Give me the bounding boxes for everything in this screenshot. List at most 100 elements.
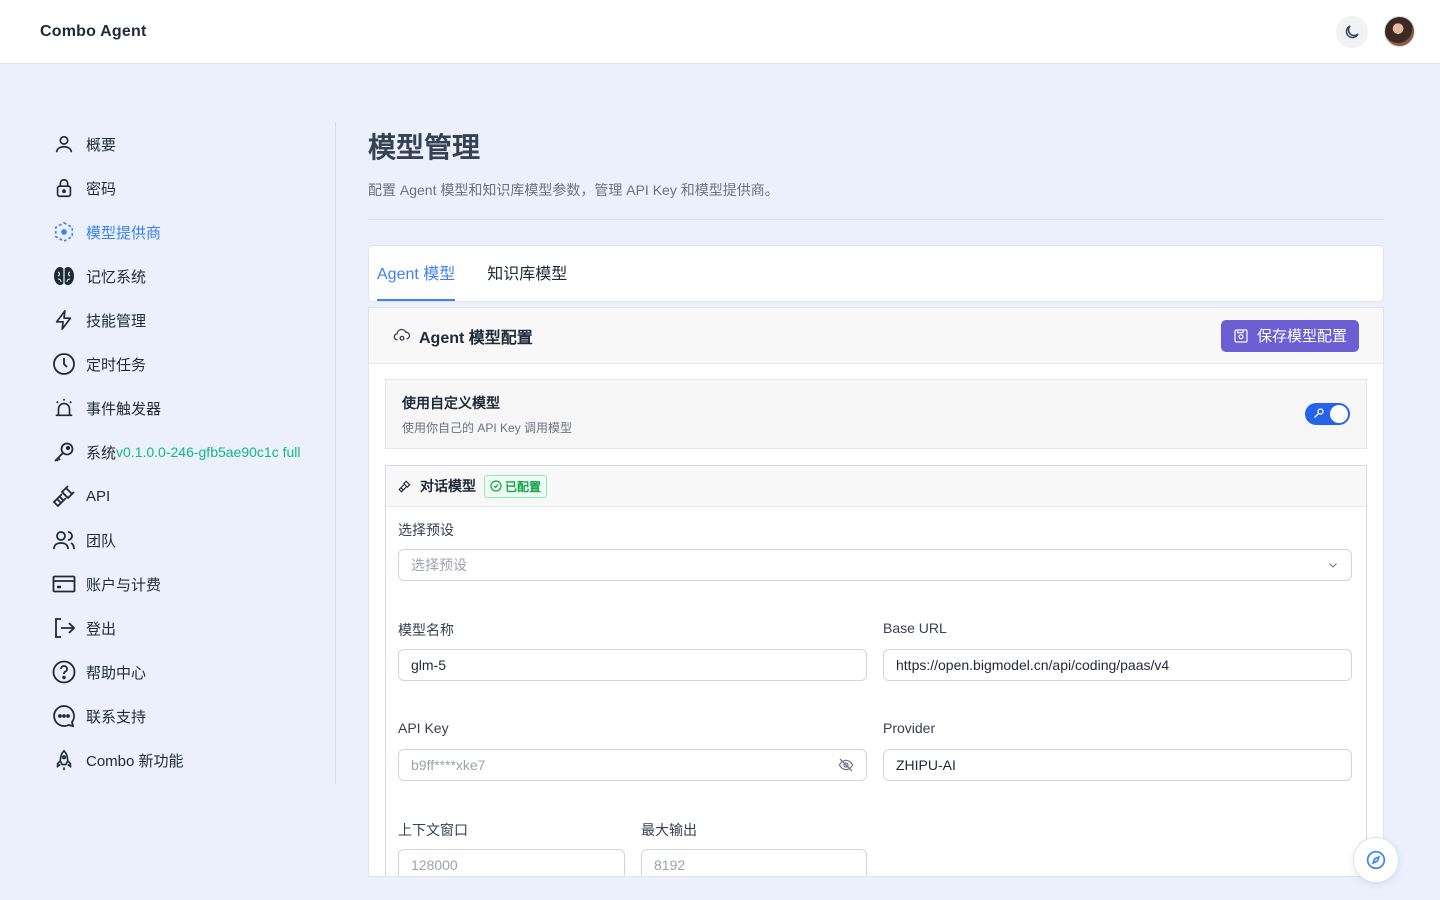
sidebar-item-label: 定时任务 [86, 356, 147, 374]
logout-icon [52, 616, 76, 640]
sidebar-item-label: 联系支持 [86, 708, 147, 726]
sidebar-item-scheduled-tasks[interactable]: 定时任务 [40, 342, 335, 386]
brain-icon [52, 264, 76, 288]
compass-icon [1366, 850, 1386, 870]
lightning-icon [52, 308, 76, 332]
sidebar-item-team[interactable]: 团队 [40, 518, 335, 562]
agent-model-config-card: Agent 模型配置 保存模型配置 使用自定义模型 使用你自己的 API Key… [368, 307, 1384, 877]
api-key-input[interactable]: b9ff****xke7 [398, 749, 867, 781]
main-content: 模型管理 配置 Agent 模型和知识库模型参数，管理 API Key 和模型提… [368, 122, 1384, 877]
user-avatar[interactable] [1384, 16, 1415, 47]
sidebar-item-label: 团队 [86, 532, 117, 550]
sidebar-item-label: 系统 [86, 444, 117, 462]
sidebar-item-billing[interactable]: 账户与计费 [40, 562, 335, 606]
context-window-placeholder: 128000 [411, 857, 458, 873]
rocket-icon [52, 748, 76, 772]
chat-model-section: 对话模型 已配置 选择预设 选择预设 模型名称 glm-5 Base URL h… [385, 465, 1367, 876]
sidebar-item-label: 概要 [86, 136, 117, 154]
check-circle-icon [490, 480, 502, 492]
top-header: Combo Agent [0, 0, 1440, 64]
alarm-icon [52, 396, 76, 420]
floating-compass-button[interactable] [1353, 837, 1399, 883]
max-output-placeholder: 8192 [654, 857, 686, 873]
custom-model-toggle[interactable] [1305, 403, 1350, 425]
api-key-label: API Key [398, 720, 449, 736]
save-icon [1234, 328, 1248, 343]
eye-off-icon[interactable] [838, 757, 854, 773]
provider-value: ZHIPU-AI [896, 757, 956, 773]
sidebar-item-label: 模型提供商 [86, 224, 162, 242]
sidebar-item-label: 技能管理 [86, 312, 147, 330]
sidebar-item-memory[interactable]: 记忆系统 [40, 254, 335, 298]
chevron-down-icon [1329, 563, 1337, 568]
base-url-input[interactable]: https://open.bigmodel.cn/api/coding/paas… [883, 649, 1352, 681]
theme-toggle-button[interactable] [1336, 15, 1368, 48]
key-icon [52, 440, 76, 464]
preset-label: 选择预设 [398, 522, 454, 538]
custom-model-subtitle: 使用你自己的 API Key 调用模型 [402, 420, 573, 435]
base-url-label: Base URL [883, 620, 947, 636]
provider-input[interactable]: ZHIPU-AI [883, 749, 1352, 781]
chat-model-title: 对话模型 [420, 478, 476, 494]
sidebar-item-overview[interactable]: 概要 [40, 122, 335, 166]
page-title: 模型管理 [368, 132, 481, 163]
title-divider [368, 219, 1384, 220]
sidebar-item-label: 事件触发器 [86, 400, 162, 418]
sidebar-item-event-triggers[interactable]: 事件触发器 [40, 386, 335, 430]
sidebar-item-password[interactable]: 密码 [40, 166, 335, 210]
help-icon [52, 660, 76, 684]
sidebar-item-whats-new[interactable]: Combo 新功能 [40, 738, 335, 782]
preset-select[interactable]: 选择预设 [398, 549, 1352, 581]
model-name-label: 模型名称 [398, 622, 454, 638]
chat-model-header: 对话模型 已配置 [386, 466, 1366, 507]
sidebar-item-label: 密码 [86, 180, 117, 198]
page-description: 配置 Agent 模型和知识库模型参数，管理 API Key 和模型提供商。 [368, 182, 779, 198]
sidebar-item-system[interactable]: 系统 v0.1.0.0-246-gfb5ae90c1c full [40, 430, 335, 474]
sidebar-item-skills[interactable]: 技能管理 [40, 298, 335, 342]
configured-badge-text: 已配置 [505, 479, 542, 494]
settings-sidebar: 概要 密码 模型提供商 记忆系统 技能管理 定时任务 事件触发器 系统 v0.1.… [40, 122, 336, 784]
header-actions [1336, 15, 1415, 48]
sidebar-item-label: 帮助中心 [86, 664, 147, 682]
config-title-text: Agent 模型配置 [419, 329, 533, 347]
plug-icon [398, 480, 411, 493]
sidebar-item-model-provider[interactable]: 模型提供商 [40, 210, 335, 254]
context-window-label: 上下文窗口 [398, 822, 468, 838]
tab-knowledge-model[interactable]: 知识库模型 [487, 260, 567, 301]
toggle-knob [1330, 405, 1348, 423]
base-url-value: https://open.bigmodel.cn/api/coding/paas… [896, 657, 1170, 673]
sidebar-item-label: Combo 新功能 [86, 752, 184, 770]
user-icon [52, 132, 76, 156]
cloud-cog-icon [393, 328, 411, 341]
provider-label: Provider [883, 720, 936, 736]
context-window-input[interactable]: 128000 [398, 849, 625, 876]
model-tabs: Agent 模型 知识库模型 [368, 245, 1384, 302]
team-icon [52, 528, 76, 552]
save-config-label: 保存模型配置 [1256, 328, 1347, 345]
chat-icon [52, 704, 76, 728]
app-title[interactable]: Combo Agent [40, 23, 146, 41]
model-provider-icon [52, 220, 76, 244]
sidebar-item-label: 登出 [86, 620, 117, 638]
max-output-input[interactable]: 8192 [641, 849, 867, 876]
custom-model-title: 使用自定义模型 [402, 394, 500, 411]
configured-badge: 已配置 [484, 474, 548, 498]
version-label: v0.1.0.0-246-gfb5ae90c1c full [116, 444, 301, 460]
lock-icon [52, 176, 76, 200]
save-config-button[interactable]: 保存模型配置 [1220, 319, 1359, 352]
sidebar-item-support[interactable]: 联系支持 [40, 694, 335, 738]
credit-card-icon [52, 572, 76, 596]
sidebar-item-label: API [86, 487, 111, 505]
model-name-input[interactable]: glm-5 [398, 649, 867, 681]
sidebar-item-help[interactable]: 帮助中心 [40, 650, 335, 694]
sidebar-item-logout[interactable]: 登出 [40, 606, 335, 650]
config-header: Agent 模型配置 保存模型配置 [369, 308, 1383, 364]
tab-agent-model[interactable]: Agent 模型 [377, 260, 456, 301]
sidebar-item-api[interactable]: API [40, 474, 335, 518]
plug-icon [52, 484, 76, 508]
api-key-value: b9ff****xke7 [411, 757, 486, 773]
custom-model-section: 使用自定义模型 使用你自己的 API Key 调用模型 [385, 379, 1367, 449]
sidebar-item-label: 记忆系统 [86, 268, 147, 286]
model-name-value: glm-5 [411, 657, 447, 673]
max-output-label: 最大输出 [641, 822, 697, 838]
